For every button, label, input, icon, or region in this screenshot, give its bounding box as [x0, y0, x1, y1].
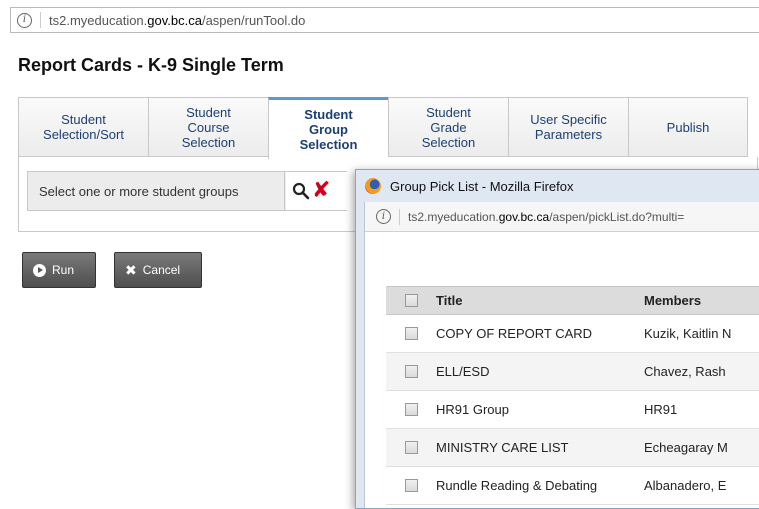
popup-content: i ts2.myeducation.gov.bc.ca/aspen/pickLi…	[364, 202, 759, 508]
info-icon[interactable]: i	[17, 12, 32, 28]
group-picker: Select one or more student groups ✘	[27, 171, 348, 211]
row-checkbox[interactable]	[404, 403, 418, 416]
tab-student-course-selection[interactable]: Student Course Selection	[148, 97, 268, 157]
row-title: MINISTRY CARE LIST	[436, 440, 569, 455]
picker-divider	[284, 172, 285, 210]
popup-url-text: ts2.myeducation.gov.bc.ca/aspen/pickList…	[408, 209, 685, 224]
tab-student-group-selection[interactable]: Student Group Selection	[268, 97, 388, 159]
tab-student-selection-sort[interactable]: Student Selection/Sort	[18, 97, 148, 157]
cancel-icon: ✖	[125, 261, 137, 278]
picker-actions: ✘	[286, 172, 348, 210]
row-title: Rundle Reading & Debating	[436, 478, 598, 493]
run-button[interactable]: Run	[22, 252, 96, 288]
row-title: ELL/ESD	[436, 364, 490, 379]
tab-publish[interactable]: Publish	[628, 97, 748, 157]
column-header-title[interactable]: Title	[436, 293, 644, 308]
row-checkbox[interactable]	[404, 479, 418, 492]
table-row[interactable]: ELL/ESD Chavez, Rash	[386, 353, 759, 391]
popup-address-bar[interactable]: i ts2.myeducation.gov.bc.ca/aspen/pickLi…	[365, 202, 759, 232]
table-row[interactable]: HR91 Group HR91	[386, 391, 759, 429]
url-separator	[40, 12, 41, 28]
firefox-icon	[365, 178, 381, 194]
wizard-tabs: Student Selection/Sort Student Course Se…	[18, 97, 748, 159]
x-icon[interactable]: ✘	[312, 177, 330, 203]
row-members: Kuzik, Kaitlin N	[644, 326, 732, 341]
info-icon[interactable]: i	[376, 209, 391, 224]
address-bar[interactable]: i ts2.myeducation.gov.bc.ca/aspen/runToo…	[10, 7, 759, 33]
row-members: Echeagaray M	[644, 440, 728, 455]
row-members: Albanadero, E	[644, 478, 727, 493]
row-members: Chavez, Rash	[644, 364, 726, 379]
row-checkbox[interactable]	[404, 365, 418, 378]
tab-user-specific-parameters[interactable]: User Specific Parameters	[508, 97, 628, 157]
select-all-checkbox[interactable]	[404, 294, 418, 307]
row-checkbox[interactable]	[404, 327, 418, 340]
group-pick-table: Title Members COPY OF REPORT CARD Kuzik,…	[386, 286, 759, 505]
cancel-button[interactable]: ✖ Cancel	[114, 252, 202, 288]
row-checkbox[interactable]	[404, 441, 418, 454]
tab-student-grade-selection[interactable]: Student Grade Selection	[388, 97, 508, 157]
magnify-icon[interactable]	[292, 182, 310, 200]
url-separator	[399, 208, 400, 225]
row-title: HR91 Group	[436, 402, 509, 417]
group-picker-label: Select one or more student groups	[39, 184, 239, 199]
row-title: COPY OF REPORT CARD	[436, 326, 593, 341]
popup-title-bar[interactable]: Group Pick List - Mozilla Firefox	[356, 170, 759, 202]
page-title: Report Cards - K-9 Single Term	[18, 55, 284, 75]
url-text: ts2.myeducation.gov.bc.ca/aspen/runTool.…	[49, 12, 306, 28]
cancel-button-label: Cancel	[142, 263, 181, 277]
row-members: HR91	[644, 402, 678, 417]
play-circle-icon	[33, 263, 46, 277]
table-row[interactable]: MINISTRY CARE LIST Echeagaray M	[386, 429, 759, 467]
table-header: Title Members	[386, 286, 759, 315]
group-pick-list-window[interactable]: Group Pick List - Mozilla Firefox i ts2.…	[355, 169, 759, 509]
column-header-members[interactable]: Members	[644, 293, 759, 308]
table-row[interactable]: COPY OF REPORT CARD Kuzik, Kaitlin N	[386, 315, 759, 353]
run-button-label: Run	[52, 263, 75, 277]
table-row[interactable]: Rundle Reading & Debating Albanadero, E	[386, 467, 759, 505]
popup-window-title: Group Pick List - Mozilla Firefox	[390, 178, 574, 194]
